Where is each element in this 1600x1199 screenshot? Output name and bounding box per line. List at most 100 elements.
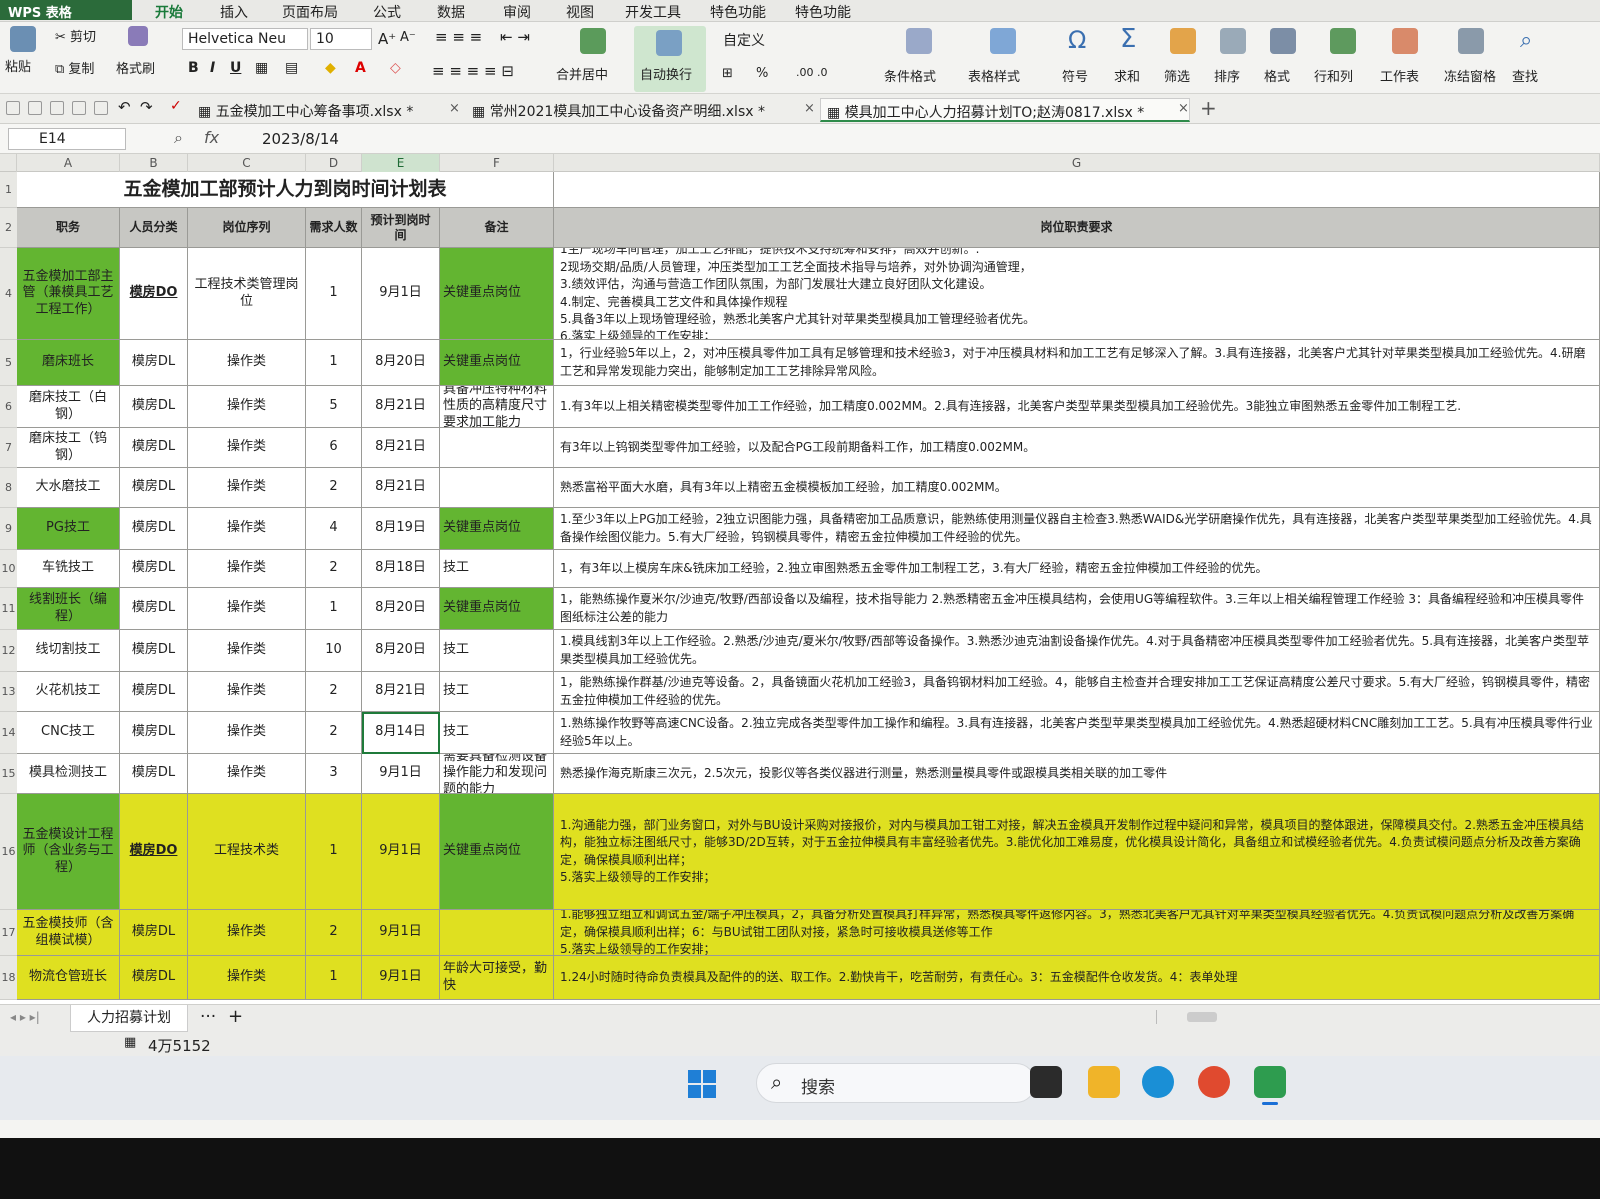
row-header[interactable]: 12 bbox=[0, 630, 17, 672]
arrival-date-cell[interactable]: 8月21日 bbox=[362, 468, 440, 508]
note-cell[interactable] bbox=[440, 910, 554, 956]
copy-button[interactable]: ⧉ 复制 bbox=[55, 58, 94, 77]
horizontal-scrollbar[interactable] bbox=[1156, 1010, 1596, 1024]
sequence-cell[interactable]: 操作类 bbox=[188, 468, 306, 508]
job-title-cell[interactable]: CNC技工 bbox=[17, 712, 120, 754]
format-icon[interactable] bbox=[1270, 28, 1296, 54]
sequence-cell[interactable]: 操作类 bbox=[188, 712, 306, 754]
count-cell[interactable]: 1 bbox=[306, 956, 362, 1000]
scrollbar-thumb[interactable] bbox=[1187, 1012, 1217, 1022]
col-header-g[interactable]: G bbox=[554, 154, 1600, 172]
merge-border-icon[interactable]: ▤ bbox=[285, 60, 298, 76]
save-icon[interactable] bbox=[28, 101, 42, 115]
requirements-cell[interactable]: 1.模具线割3年以上工作经验。2.熟悉/沙迪克/夏米尔/牧野/西部等设备操作。3… bbox=[554, 630, 1600, 672]
close-icon[interactable]: × bbox=[1178, 101, 1189, 116]
sequence-cell[interactable]: 工程技术类 bbox=[188, 794, 306, 910]
doc-tab-2[interactable]: ▦ 常州2021模具加工中心设备资产明细.xlsx * bbox=[466, 98, 771, 122]
sequence-cell[interactable]: 操作类 bbox=[188, 672, 306, 712]
fill-color-icon[interactable]: ◆ bbox=[325, 60, 336, 76]
freeze-icon[interactable] bbox=[1458, 28, 1484, 54]
menu-view[interactable]: 视图 bbox=[566, 2, 594, 22]
row-header[interactable]: 15 bbox=[0, 754, 17, 794]
zoom-search-icon[interactable]: ⌕ bbox=[174, 128, 183, 148]
header-date[interactable]: 预计到岗时间 bbox=[362, 208, 440, 248]
header-job[interactable]: 职务 bbox=[17, 208, 120, 248]
row-header[interactable]: 5 bbox=[0, 340, 17, 386]
sort-icon[interactable] bbox=[1220, 28, 1246, 54]
header-requirements[interactable]: 岗位职责要求 bbox=[554, 208, 1600, 248]
job-title-cell[interactable]: 车铣技工 bbox=[17, 550, 120, 588]
undo-icon[interactable]: ↶ bbox=[118, 98, 131, 116]
menu-home[interactable]: 开始 bbox=[155, 2, 183, 22]
note-cell[interactable]: 关键重点岗位 bbox=[440, 588, 554, 630]
conditional-format-button[interactable]: 条件格式 bbox=[884, 66, 936, 85]
table-style-button[interactable]: 表格样式 bbox=[968, 66, 1020, 85]
underline-icon[interactable]: U bbox=[230, 60, 241, 76]
col-header-c[interactable]: C bbox=[188, 154, 306, 172]
file-explorer-icon[interactable] bbox=[1088, 1066, 1120, 1098]
worksheet-button[interactable]: 工作表 bbox=[1380, 66, 1419, 85]
header-sequence[interactable]: 岗位序列 bbox=[188, 208, 306, 248]
count-cell[interactable]: 2 bbox=[306, 672, 362, 712]
app-badge[interactable]: WPS 表格 bbox=[0, 0, 132, 21]
requirements-cell[interactable]: 1.24小时随时待命负责模具及配件的的送、取工作。2.勤快肯干，吃苦耐劳，有责任… bbox=[554, 956, 1600, 1000]
requirements-cell[interactable]: 1.熟练操作牧野等高速CNC设备。2.独立完成各类型零件加工操作和编程。3.具有… bbox=[554, 712, 1600, 754]
requirements-cell[interactable]: 1，行业经验5年以上，2，对冲压模具零件加工具有足够管理和技术经验3，对于冲压模… bbox=[554, 340, 1600, 386]
note-cell[interactable]: 技工 bbox=[440, 712, 554, 754]
category-cell[interactable]: 模房DL bbox=[120, 910, 188, 956]
currency-icon[interactable]: ⊞ bbox=[722, 66, 733, 81]
row-header[interactable]: 17 bbox=[0, 910, 17, 956]
font-name-select[interactable]: Helvetica Neu bbox=[182, 28, 308, 50]
job-title-cell[interactable]: 模具检测技工 bbox=[17, 754, 120, 794]
sheet-title[interactable]: 五金模加工部预计人力到岗时间计划表 bbox=[17, 172, 554, 208]
wps-spreadsheet-icon[interactable] bbox=[1254, 1066, 1286, 1098]
sequence-cell[interactable]: 操作类 bbox=[188, 508, 306, 550]
count-cell[interactable]: 4 bbox=[306, 508, 362, 550]
sequence-cell[interactable]: 操作类 bbox=[188, 340, 306, 386]
symbol-button[interactable]: 符号 bbox=[1062, 66, 1088, 85]
note-cell[interactable] bbox=[440, 428, 554, 468]
brush-icon[interactable] bbox=[128, 26, 148, 46]
job-title-cell[interactable]: PG技工 bbox=[17, 508, 120, 550]
border-icon[interactable]: ▦ bbox=[255, 60, 268, 76]
row-header[interactable]: 9 bbox=[0, 508, 17, 550]
row-header[interactable]: 8 bbox=[0, 468, 17, 508]
arrival-date-cell[interactable]: 9月1日 bbox=[362, 794, 440, 910]
open-icon[interactable] bbox=[6, 101, 20, 115]
filter-button[interactable]: 筛选 bbox=[1164, 66, 1190, 85]
job-title-cell[interactable]: 五金模设计工程师（含业务与工程） bbox=[17, 794, 120, 910]
note-cell[interactable]: 关键重点岗位 bbox=[440, 794, 554, 910]
menu-features-2[interactable]: 特色功能 bbox=[795, 2, 851, 22]
note-cell[interactable]: 技工 bbox=[440, 630, 554, 672]
name-box[interactable]: E14 bbox=[8, 128, 126, 150]
note-cell[interactable]: 年龄大可接受，勤快 bbox=[440, 956, 554, 1000]
menu-data[interactable]: 数据 bbox=[437, 2, 465, 22]
arrival-date-cell[interactable]: 9月1日 bbox=[362, 910, 440, 956]
sequence-cell[interactable]: 操作类 bbox=[188, 956, 306, 1000]
menu-features[interactable]: 特色功能 bbox=[710, 2, 766, 22]
row-header[interactable]: 1 bbox=[0, 172, 17, 208]
row-header[interactable]: 7 bbox=[0, 428, 17, 468]
category-cell[interactable]: 模房DL bbox=[120, 712, 188, 754]
note-cell[interactable]: 技工 bbox=[440, 672, 554, 712]
filter-icon[interactable] bbox=[1170, 28, 1196, 54]
row-col-button[interactable]: 行和列 bbox=[1314, 66, 1353, 85]
col-header-d[interactable]: D bbox=[306, 154, 362, 172]
note-cell[interactable] bbox=[440, 468, 554, 508]
count-cell[interactable]: 1 bbox=[306, 248, 362, 340]
category-cell[interactable]: 模房DO bbox=[120, 794, 188, 910]
select-all-corner[interactable] bbox=[0, 154, 17, 172]
job-title-cell[interactable]: 火花机技工 bbox=[17, 672, 120, 712]
count-cell[interactable]: 5 bbox=[306, 386, 362, 428]
cell-g1[interactable] bbox=[554, 172, 1600, 208]
format-painter-button[interactable]: 格式刷 bbox=[116, 58, 155, 77]
arrival-date-cell[interactable]: 8月19日 bbox=[362, 508, 440, 550]
quick-access-icon[interactable]: ✓ bbox=[170, 98, 182, 114]
requirements-cell[interactable]: 1.至少3年以上PG加工经验，2独立识图能力强，具备精密加工品质意识，能熟练使用… bbox=[554, 508, 1600, 550]
category-cell[interactable]: 模房DL bbox=[120, 588, 188, 630]
job-title-cell[interactable]: 磨床技工（白钢） bbox=[17, 386, 120, 428]
percent-button[interactable]: % bbox=[756, 66, 768, 81]
sum-icon[interactable]: Σ bbox=[1120, 24, 1136, 54]
indent-icon[interactable]: ⇤ ⇥ bbox=[500, 28, 530, 46]
requirements-cell[interactable]: 1，能熟练操作夏米尔/沙迪克/牧野/西部设备以及编程，技术指导能力 2.熟悉精密… bbox=[554, 588, 1600, 630]
